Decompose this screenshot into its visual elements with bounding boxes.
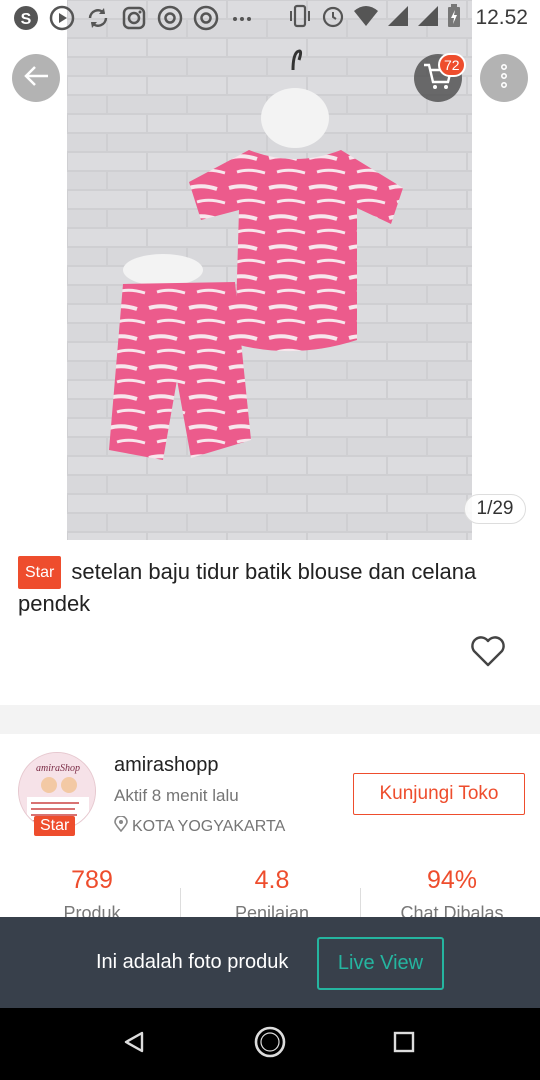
shop-location-text: KOTA YOGYAKARTA <box>132 817 286 835</box>
product-photo-banner: Ini adalah foto produk Live View <box>0 917 540 1008</box>
back-button[interactable] <box>12 54 60 102</box>
sync-icon <box>84 5 112 31</box>
play-circle-icon <box>48 5 76 31</box>
stat-chat-response[interactable]: 94% Chat Dibalas <box>362 866 540 924</box>
status-time: 12.52 <box>475 6 528 29</box>
stat-products[interactable]: 789 Produk <box>2 866 182 924</box>
instagram-icon <box>120 5 148 31</box>
shop-location: KOTA YOGYAKARTA <box>114 815 286 837</box>
more-options-button[interactable] <box>480 54 528 102</box>
shop-name[interactable]: amirashopp <box>114 754 219 777</box>
battery-charging-icon <box>447 3 461 33</box>
stat-separator <box>360 888 361 918</box>
triangle-back-icon <box>122 1030 146 1059</box>
square-recents-icon <box>393 1031 415 1058</box>
product-title-section: Star setelan baju tidur batik blouse dan … <box>18 556 528 618</box>
section-divider <box>0 705 540 734</box>
cart-count-badge: 72 <box>438 53 466 77</box>
chrome-icon <box>192 5 220 31</box>
product-title: setelan baju tidur batik blouse dan cela… <box>18 559 477 616</box>
arrow-left-icon <box>22 64 50 93</box>
shop-active-status: Aktif 8 menit lalu <box>114 786 239 805</box>
nav-recents-button[interactable] <box>384 1024 424 1064</box>
stat-rating[interactable]: 4.8 Penilaian <box>182 866 362 924</box>
stat-value: 789 <box>71 866 113 894</box>
alarm-icon <box>321 4 345 33</box>
shop-star-badge: Star <box>34 816 76 836</box>
status-bar: S 12.52 <box>0 0 540 36</box>
more-dots-icon <box>228 5 256 31</box>
banner-text: Ini adalah foto produk <box>96 951 289 973</box>
visit-shop-button[interactable]: Kunjungi Toko <box>353 773 525 815</box>
chrome-icon <box>156 5 184 31</box>
signal-icon <box>387 5 409 32</box>
s-app-icon: S <box>12 5 40 31</box>
stat-value: 4.8 <box>254 866 290 894</box>
stat-value: 94% <box>426 866 478 894</box>
wifi-icon <box>353 5 379 32</box>
location-pin-icon <box>114 815 128 837</box>
navigation-bar <box>0 1008 540 1080</box>
product-photo[interactable] <box>67 0 472 540</box>
star-seller-badge: Star <box>18 556 62 589</box>
product-title-block: Star setelan baju tidur batik blouse dan … <box>18 556 528 618</box>
like-button[interactable] <box>470 634 508 670</box>
image-counter: 1/29 <box>464 494 526 524</box>
avatar-logo-text: amiraShop <box>36 763 80 774</box>
nav-home-button[interactable] <box>250 1024 290 1064</box>
vibrate-icon <box>287 4 313 33</box>
signal-icon <box>417 5 439 32</box>
circle-home-icon <box>253 1025 287 1064</box>
more-vertical-icon <box>500 63 508 94</box>
stat-separator <box>180 888 181 918</box>
heart-icon <box>470 636 506 672</box>
svg-text:S: S <box>21 11 32 28</box>
live-view-button[interactable]: Live View <box>317 937 444 990</box>
nav-back-button[interactable] <box>114 1024 154 1064</box>
